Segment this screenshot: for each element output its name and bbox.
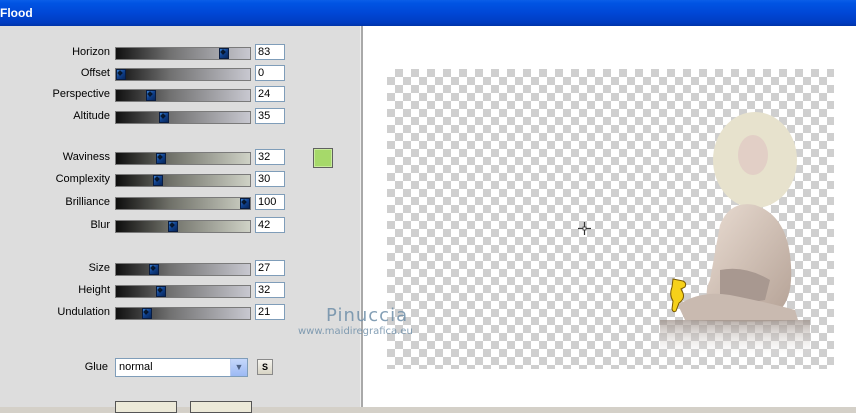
- slider-row-size: Size 27: [0, 260, 362, 278]
- glue-select[interactable]: normal ▼: [115, 358, 248, 377]
- title-bar: Flood: [0, 0, 856, 26]
- slider-row-brilliance: Brilliance 100: [0, 194, 362, 212]
- slider-row-blur: Blur 42: [0, 217, 362, 235]
- watermark-url: www.maidiregrafica.eu: [298, 326, 413, 337]
- slider-label: Offset: [80, 67, 110, 79]
- slider-thumb[interactable]: [155, 153, 166, 164]
- offset-slider[interactable]: [115, 68, 251, 81]
- undulation-slider[interactable]: [115, 307, 251, 320]
- slider-thumb[interactable]: [218, 48, 229, 59]
- slider-row-complexity: Complexity 30: [0, 171, 362, 189]
- woman-figure-image: [660, 112, 810, 360]
- slider-label: Altitude: [73, 110, 110, 122]
- slider-row-undulation: Undulation 21: [0, 304, 362, 322]
- slider-label: Complexity: [55, 173, 110, 185]
- s-button[interactable]: S: [257, 359, 273, 375]
- horizon-slider[interactable]: [115, 47, 251, 60]
- slider-label: Blur: [90, 219, 110, 231]
- height-value-field[interactable]: 32: [255, 282, 285, 298]
- height-slider[interactable]: [115, 285, 251, 298]
- slider-thumb[interactable]: [153, 175, 164, 186]
- slider-row-offset: Offset 0: [0, 65, 362, 83]
- slider-label: Brilliance: [65, 196, 110, 208]
- altitude-slider[interactable]: [115, 111, 251, 124]
- slider-row-perspective: Perspective 24: [0, 86, 362, 104]
- slider-thumb[interactable]: [240, 198, 250, 209]
- chevron-down-icon[interactable]: ▼: [230, 359, 247, 376]
- glue-label: Glue: [84, 361, 108, 373]
- slider-label: Perspective: [52, 88, 110, 100]
- slider-thumb[interactable]: [116, 69, 126, 80]
- size-value-field[interactable]: 27: [255, 260, 285, 276]
- slider-row-height: Height 32: [0, 282, 362, 300]
- waviness-value-field[interactable]: 32: [255, 149, 285, 165]
- altitude-value-field[interactable]: 35: [255, 108, 285, 124]
- undulation-value-field[interactable]: 21: [255, 304, 285, 320]
- slider-thumb[interactable]: [149, 264, 160, 275]
- slider-row-waviness: Waviness 32: [0, 149, 362, 167]
- window-title: Flood: [0, 6, 33, 20]
- slider-thumb[interactable]: [159, 112, 170, 123]
- watermark-name: Pinuccia: [326, 305, 409, 326]
- blur-value-field[interactable]: 42: [255, 217, 285, 233]
- brilliance-value-field[interactable]: 100: [255, 194, 285, 210]
- slider-row-horizon: Horizon 83: [0, 44, 362, 62]
- slider-thumb[interactable]: [155, 286, 166, 297]
- slider-label: Undulation: [57, 306, 110, 318]
- complexity-slider[interactable]: [115, 174, 251, 187]
- slider-label: Horizon: [72, 46, 110, 58]
- size-slider[interactable]: [115, 263, 251, 276]
- pointing-hand-icon: [670, 278, 687, 313]
- slider-label: Height: [78, 284, 110, 296]
- blur-slider[interactable]: [115, 220, 251, 233]
- slider-label: Size: [88, 262, 110, 274]
- cancel-button[interactable]: [190, 401, 252, 413]
- crosshair-icon: [578, 222, 591, 235]
- offset-value-field[interactable]: 0: [255, 65, 285, 81]
- slider-row-altitude: Altitude 35: [0, 108, 362, 126]
- ok-button[interactable]: [115, 401, 177, 413]
- slider-thumb[interactable]: [145, 90, 156, 101]
- slider-thumb[interactable]: [142, 308, 153, 319]
- complexity-value-field[interactable]: 30: [255, 171, 285, 187]
- slider-thumb[interactable]: [168, 221, 179, 232]
- color-swatch[interactable]: [313, 148, 333, 168]
- waviness-slider[interactable]: [115, 152, 251, 165]
- slider-label: Waviness: [62, 151, 110, 163]
- brilliance-slider[interactable]: [115, 197, 251, 210]
- perspective-value-field[interactable]: 24: [255, 86, 285, 102]
- perspective-slider[interactable]: [115, 89, 251, 102]
- glue-select-value: normal: [119, 361, 153, 373]
- horizon-value-field[interactable]: 83: [255, 44, 285, 60]
